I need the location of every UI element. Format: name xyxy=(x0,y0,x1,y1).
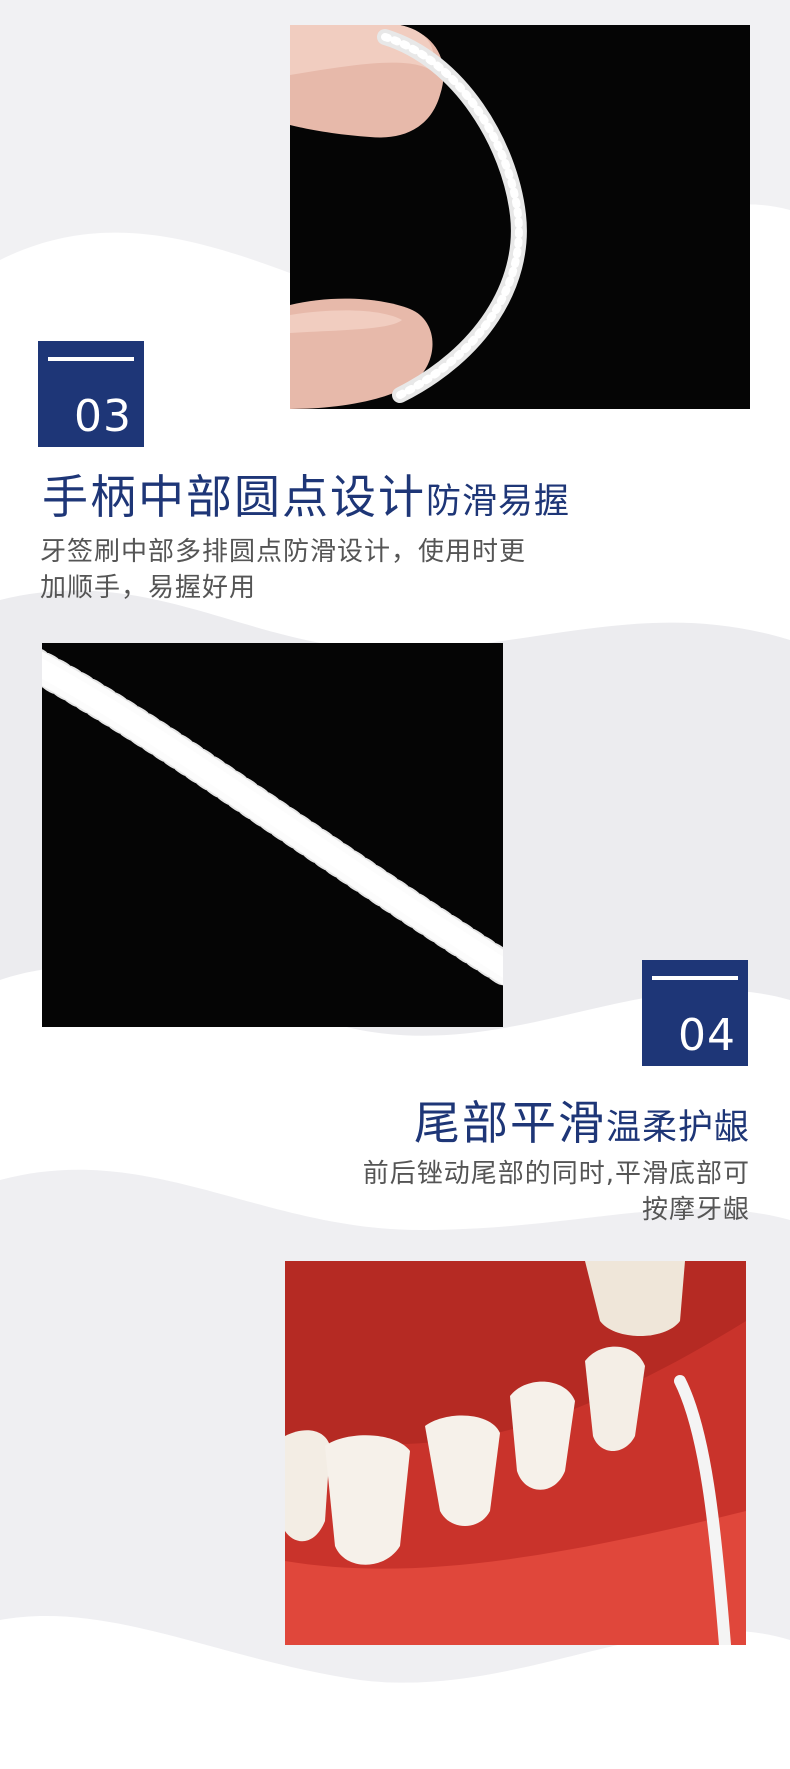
step-number: 04 xyxy=(678,1010,736,1061)
heading-main: 尾部平滑 xyxy=(413,1096,606,1150)
section-heading-03: 手柄中部圆点设计防滑易握 xyxy=(42,474,570,520)
heading-main: 手柄中部圆点设计 xyxy=(42,470,426,524)
description-line: 牙签刷中部多排圆点防滑设计，使用时更 xyxy=(40,537,527,567)
heading-sub: 温柔护龈 xyxy=(605,1108,750,1148)
step-number-badge-03: 03 xyxy=(38,341,144,447)
toothpick-fingers-photo xyxy=(290,25,750,409)
description-line: 加顺手，易握好用 xyxy=(40,573,257,603)
section-description-04: 前后锉动尾部的同时,平滑底部可 按摩牙龈 xyxy=(363,1156,750,1228)
section-heading-04: 尾部平滑温柔护龈 xyxy=(414,1100,750,1146)
description-line: 前后锉动尾部的同时,平滑底部可 xyxy=(362,1159,750,1189)
toothpick-teeth-gums-photo xyxy=(285,1261,746,1645)
section-description-03: 牙签刷中部多排圆点防滑设计，使用时更 加顺手，易握好用 xyxy=(40,534,526,606)
step-number: 03 xyxy=(74,391,132,442)
toothpick-handle-closeup-photo xyxy=(42,643,503,1027)
badge-line xyxy=(652,976,738,980)
heading-sub: 防滑易握 xyxy=(426,482,571,522)
description-line: 按摩牙龈 xyxy=(641,1195,750,1225)
badge-line xyxy=(48,357,134,361)
step-number-badge-04: 04 xyxy=(642,960,748,1066)
